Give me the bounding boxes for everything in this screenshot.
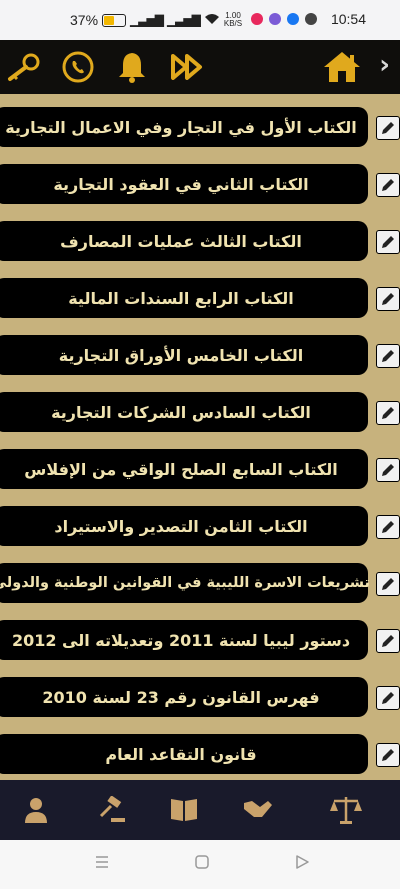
list-item-label: الكتاب الثالث عمليات المصارف xyxy=(60,231,302,251)
wifi-icon xyxy=(204,12,220,28)
network-speed: 1.00 KB/S xyxy=(224,12,242,28)
edit-icon[interactable] xyxy=(376,230,400,254)
handshake-icon[interactable] xyxy=(240,793,276,827)
list-item-label: الكتاب السابع الصلح الواقي من الإفلاس xyxy=(24,459,338,479)
bell-icon[interactable] xyxy=(114,50,150,84)
top-toolbar: › xyxy=(0,40,400,94)
bottom-nav xyxy=(0,780,400,840)
list-item-label: دستور ليبيا لسنة 2011 وتعديلاته الى 2012 xyxy=(11,630,351,650)
edit-icon[interactable] xyxy=(376,116,400,140)
list-item-label: الكتاب الرابع السندات المالية xyxy=(68,288,294,308)
list-item: الكتاب الخامس الأوراق التجارية xyxy=(0,335,400,375)
list-item: فهرس القانون رقم 23 لسنة 2010 xyxy=(0,677,400,717)
edit-icon[interactable] xyxy=(376,287,400,311)
list-item-button[interactable]: الكتاب السابع الصلح الواقي من الإفلاس xyxy=(0,449,368,489)
list-item-button[interactable]: قانون التقاعد العام xyxy=(0,734,368,774)
list-item-button[interactable]: الكتاب الثالث عمليات المصارف xyxy=(0,221,368,261)
list-item: الكتاب الثامن التصدير والاستيراد xyxy=(0,506,400,546)
status-right: 10:54 xyxy=(250,11,366,27)
facebook-icon xyxy=(286,13,299,25)
list-item-label: قانون التقاعد العام xyxy=(105,744,257,764)
list-item: الكتاب السابع الصلح الواقي من الإفلاس xyxy=(0,449,400,489)
signal-icon: ▁▃▅▇ xyxy=(130,13,164,27)
status-left: 37% ▁▃▅▇ ▁▃▅▇ 1.00 KB/S xyxy=(70,12,242,29)
list-item-button[interactable]: دستور ليبيا لسنة 2011 وتعديلاته الى 2012 xyxy=(0,620,368,660)
book-icon[interactable] xyxy=(166,793,202,827)
list-item-label: الكتاب السادس الشركات التجارية xyxy=(51,402,311,422)
list-item: الكتاب الأول في التجار وفي الاعمال التجا… xyxy=(0,107,400,147)
list-item: دستور ليبيا لسنة 2011 وتعديلاته الى 2012 xyxy=(0,620,400,660)
app-notification-icon xyxy=(250,13,263,25)
edit-icon[interactable] xyxy=(376,344,400,368)
battery-percent: 37% xyxy=(70,12,99,28)
list-item: قانون التقاعد العام xyxy=(0,734,400,774)
list-item: الكتاب الرابع السندات المالية xyxy=(0,278,400,318)
signal-icon-2: ▁▃▅▇ xyxy=(166,13,201,27)
list-item-button[interactable]: الكتاب الخامس الأوراق التجارية xyxy=(0,335,368,375)
list-item-button[interactable]: الكتاب الأول في التجار وفي الاعمال التجا… xyxy=(0,107,368,147)
list-item-label: فهرس القانون رقم 23 لسنة 2010 xyxy=(42,687,320,707)
edit-icon[interactable] xyxy=(376,401,400,425)
list-item: الكتاب السادس الشركات التجارية xyxy=(0,392,400,432)
recent-apps-icon[interactable] xyxy=(94,854,110,874)
person-icon[interactable] xyxy=(18,793,54,827)
media-icon xyxy=(304,13,317,25)
fast-forward-icon[interactable] xyxy=(170,50,206,84)
system-nav-bar xyxy=(0,840,400,889)
whatsapp-icon[interactable] xyxy=(60,50,96,84)
scales-icon[interactable] xyxy=(328,793,364,827)
list-item-button[interactable]: فهرس القانون رقم 23 لسنة 2010 xyxy=(0,677,368,717)
list-item-label: الكتاب الأول في التجار وفي الاعمال التجا… xyxy=(5,117,357,137)
list-item-label: تشريعات الاسرة الليبية في القوانين الوطن… xyxy=(0,575,370,591)
edit-icon[interactable] xyxy=(376,686,400,710)
edit-icon[interactable] xyxy=(376,629,400,653)
gavel-icon[interactable] xyxy=(94,793,130,827)
edit-icon[interactable] xyxy=(376,572,400,596)
status-bar: 37% ▁▃▅▇ ▁▃▅▇ 1.00 KB/S 10:54 xyxy=(0,0,400,40)
list-item-label: الكتاب الثامن التصدير والاستيراد xyxy=(54,516,308,536)
list-item: الكتاب الثالث عمليات المصارف xyxy=(0,221,400,261)
list-item-label: الكتاب الثاني في العقود التجارية xyxy=(53,174,309,194)
book-list: الكتاب الأول في التجار وفي الاعمال التجا… xyxy=(0,94,400,780)
list-item-button[interactable]: الكتاب الرابع السندات المالية xyxy=(0,278,368,318)
network-speed-unit: KB/S xyxy=(223,19,243,28)
list-item-button[interactable]: الكتاب الثاني في العقود التجارية xyxy=(0,164,368,204)
chevron-right-icon[interactable]: › xyxy=(379,50,390,80)
list-item: الكتاب الثاني في العقود التجارية xyxy=(0,164,400,204)
edit-icon[interactable] xyxy=(376,173,400,197)
key-search-icon[interactable] xyxy=(6,50,42,84)
list-item-label: الكتاب الخامس الأوراق التجارية xyxy=(58,345,304,365)
list-item: تشريعات الاسرة الليبية في القوانين الوطن… xyxy=(0,563,400,603)
edit-icon[interactable] xyxy=(376,458,400,482)
list-item-button[interactable]: الكتاب السادس الشركات التجارية xyxy=(0,392,368,432)
edit-icon[interactable] xyxy=(376,515,400,539)
edit-icon[interactable] xyxy=(376,743,400,767)
home-nav-icon[interactable] xyxy=(194,854,210,874)
list-item-button[interactable]: تشريعات الاسرة الليبية في القوانين الوطن… xyxy=(0,563,370,603)
back-nav-icon[interactable] xyxy=(294,854,310,874)
list-item-button[interactable]: الكتاب الثامن التصدير والاستيراد xyxy=(0,506,368,546)
home-icon[interactable] xyxy=(322,50,362,84)
clock: 10:54 xyxy=(330,11,366,27)
viber-icon xyxy=(268,13,281,25)
battery-icon xyxy=(102,13,127,27)
